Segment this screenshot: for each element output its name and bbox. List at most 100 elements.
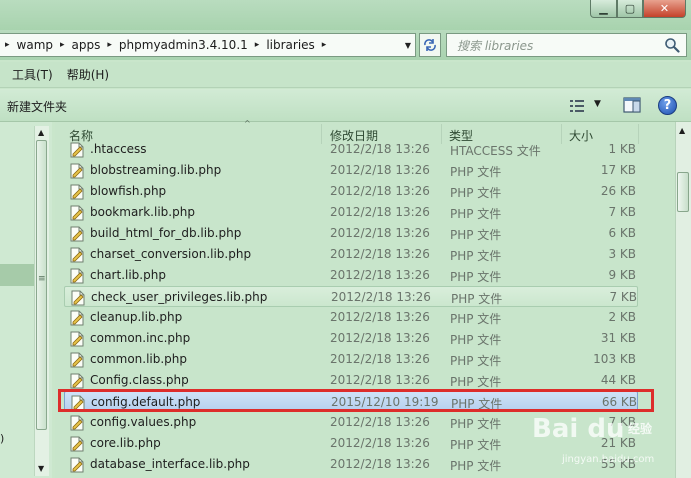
- php-file-icon: [70, 373, 84, 389]
- minimize-button[interactable]: ▁: [590, 0, 617, 18]
- breadcrumb-wamp[interactable]: wamp: [17, 38, 53, 52]
- nav-selected-item[interactable]: [0, 264, 36, 286]
- file-size: 6 KB: [608, 226, 636, 240]
- address-row: ▸ wamp ▸ apps ▸ phpmyadmin3.4.10.1 ▸ lib…: [0, 30, 691, 60]
- file-type: PHP 文件: [450, 249, 502, 263]
- file-name: config.values.php: [90, 415, 197, 429]
- preview-pane-icon[interactable]: [623, 97, 641, 113]
- file-row[interactable]: check_user_privileges.lib.php 2012/2/18 1…: [64, 286, 638, 307]
- php-file-icon: [70, 457, 84, 473]
- file-name: blobstreaming.lib.php: [90, 163, 222, 177]
- file-row[interactable]: database_interface.lib.php 2012/2/18 13:2…: [64, 454, 638, 475]
- file-type: PHP 文件: [450, 438, 502, 452]
- address-bar[interactable]: ▸ wamp ▸ apps ▸ phpmyadmin3.4.10.1 ▸ lib…: [0, 33, 416, 57]
- file-row[interactable]: build_html_for_db.lib.php 2012/2/18 13:26…: [64, 223, 638, 244]
- file-name: Config.class.php: [90, 373, 189, 387]
- breadcrumb-libraries[interactable]: libraries: [266, 38, 314, 52]
- file-modified-date: 2012/2/18 13:26: [330, 247, 430, 261]
- file-size: 26 KB: [600, 184, 636, 198]
- view-options-icon[interactable]: [569, 99, 585, 113]
- maximize-button[interactable]: ▢: [617, 0, 643, 18]
- file-modified-date: 2012/2/18 13:26: [330, 205, 430, 219]
- file-type: PHP 文件: [450, 354, 502, 368]
- php-file-icon: [70, 247, 84, 263]
- file-row[interactable]: common.lib.php 2012/2/18 13:26 PHP 文件 103 K…: [64, 349, 638, 370]
- column-divider[interactable]: [638, 124, 639, 144]
- file-list-scroll-thumb[interactable]: [677, 172, 689, 212]
- menu-help[interactable]: 帮助(H): [67, 66, 109, 83]
- file-size: 2 KB: [608, 310, 636, 324]
- file-type: PHP 文件: [450, 333, 502, 347]
- breadcrumb-phpmyadmin[interactable]: phpmyadmin3.4.10.1: [119, 38, 248, 52]
- file-row[interactable]: Config.class.php 2012/2/18 13:26 PHP 文件 44 …: [64, 370, 638, 391]
- file-row[interactable]: chart.lib.php 2012/2/18 13:26 PHP 文件 9 KB: [64, 265, 638, 286]
- php-file-icon: [70, 184, 84, 200]
- file-row[interactable]: .htaccess 2012/2/18 13:26 HTACCESS 文件 1 KB: [64, 139, 638, 160]
- file-row[interactable]: charset_conversion.lib.php 2012/2/18 13:2…: [64, 244, 638, 265]
- file-name: blowfish.php: [90, 184, 167, 198]
- file-name: database_interface.lib.php: [90, 457, 250, 471]
- nav-scroll-grip-icon: ≡: [38, 274, 46, 284]
- file-name: check_user_privileges.lib.php: [91, 290, 268, 304]
- php-file-icon: [70, 205, 84, 221]
- command-bar: 新建文件夹 ▼ ?: [0, 89, 691, 122]
- file-name: cleanup.lib.php: [90, 310, 183, 324]
- file-type: PHP 文件: [450, 312, 502, 326]
- file-name: bookmark.lib.php: [90, 205, 195, 219]
- search-icon[interactable]: [664, 37, 680, 53]
- breadcrumb-chevron-icon[interactable]: ▸: [107, 40, 112, 50]
- file-row[interactable]: core.lib.php 2012/2/18 13:26 PHP 文件 21 KB: [64, 433, 638, 454]
- file-name: .htaccess: [90, 142, 147, 156]
- file-size: 7 KB: [609, 290, 637, 304]
- breadcrumb-chevron-icon[interactable]: ▸: [5, 40, 10, 50]
- file-size: 31 KB: [600, 331, 636, 345]
- refresh-button[interactable]: [419, 33, 441, 57]
- search-placeholder: 搜索 libraries: [457, 38, 534, 53]
- file-row[interactable]: blobstreaming.lib.php 2012/2/18 13:26 PHP …: [64, 160, 638, 181]
- php-file-icon: [70, 352, 84, 368]
- file-modified-date: 2012/2/18 13:26: [330, 226, 430, 240]
- search-input[interactable]: 搜索 libraries: [446, 33, 687, 57]
- php-file-icon: [70, 415, 84, 431]
- nav-scroll-down-icon[interactable]: ▼: [38, 464, 44, 473]
- breadcrumb-chevron-icon[interactable]: ▸: [255, 40, 260, 50]
- file-modified-date: 2012/2/18 13:26: [330, 184, 430, 198]
- php-file-icon: [70, 142, 84, 158]
- file-row[interactable]: bookmark.lib.php 2012/2/18 13:26 PHP 文件 7 K…: [64, 202, 638, 223]
- view-dropdown-icon[interactable]: ▼: [594, 99, 601, 109]
- nav-scroll-thumb[interactable]: [36, 140, 47, 430]
- new-folder-button[interactable]: 新建文件夹: [7, 98, 67, 115]
- file-type: PHP 文件: [450, 207, 502, 221]
- php-file-icon: [70, 268, 84, 284]
- close-button[interactable]: ✕: [643, 0, 686, 18]
- help-icon[interactable]: ?: [658, 96, 677, 115]
- file-type: PHP 文件: [450, 228, 502, 242]
- file-row[interactable]: blowfish.php 2012/2/18 13:26 PHP 文件 26 KB: [64, 181, 638, 202]
- menu-tools[interactable]: 工具(T): [12, 66, 53, 83]
- php-file-icon: [70, 331, 84, 347]
- title-bar: ▁ ▢ ✕: [0, 0, 691, 30]
- file-row[interactable]: common.inc.php 2012/2/18 13:26 PHP 文件 31 KB: [64, 328, 638, 349]
- file-type: PHP 文件: [450, 417, 502, 431]
- breadcrumb-chevron-icon[interactable]: ▸: [60, 40, 65, 50]
- file-size: 3 KB: [608, 247, 636, 261]
- file-modified-date: 2012/2/18 13:26: [330, 457, 430, 471]
- nav-scroll-up-icon[interactable]: ▲: [38, 128, 44, 137]
- scroll-up-icon[interactable]: ▲: [679, 126, 685, 135]
- breadcrumb-chevron-icon[interactable]: ▸: [322, 40, 327, 50]
- file-type: PHP 文件: [450, 270, 502, 284]
- file-row[interactable]: config.values.php 2012/2/18 13:26 PHP 文件 7 …: [64, 412, 638, 433]
- file-name: core.lib.php: [90, 436, 161, 450]
- breadcrumb-apps[interactable]: apps: [72, 38, 101, 52]
- file-name: common.inc.php: [90, 331, 191, 345]
- file-size: 55 KB: [600, 457, 636, 471]
- file-size: 17 KB: [600, 163, 636, 177]
- file-modified-date: 2012/2/18 13:26: [330, 268, 430, 282]
- php-file-icon: [70, 226, 84, 242]
- address-history-dropdown-icon[interactable]: ▼: [405, 41, 411, 50]
- file-type: PHP 文件: [450, 165, 502, 179]
- file-modified-date: 2012/2/18 13:26: [330, 310, 430, 324]
- file-modified-date: 2012/2/18 13:26: [330, 352, 430, 366]
- file-modified-date: 2012/2/18 13:26: [331, 290, 431, 304]
- file-row[interactable]: cleanup.lib.php 2012/2/18 13:26 PHP 文件 2 KB: [64, 307, 638, 328]
